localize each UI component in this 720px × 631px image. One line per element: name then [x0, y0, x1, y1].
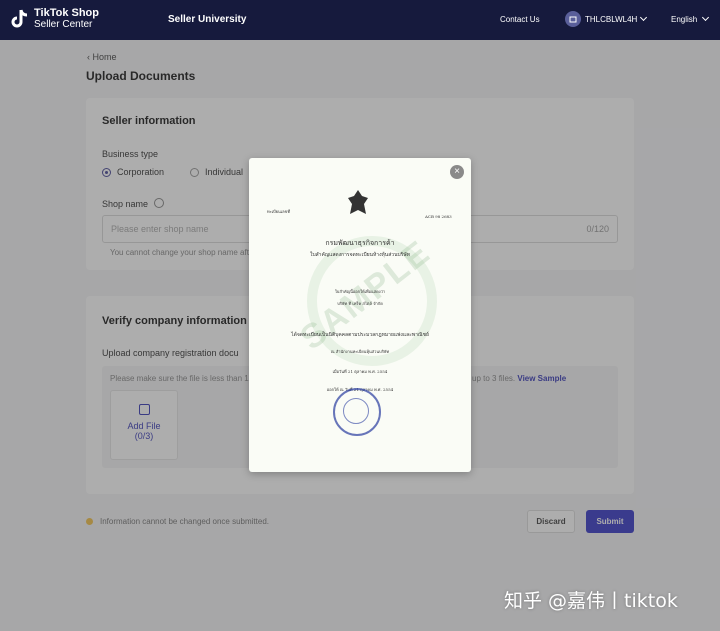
doc-line: บริษัท ที เทร็ค สไตล์ จำกัด	[337, 301, 383, 306]
contact-us-link[interactable]: Contact Us	[500, 15, 540, 24]
chevron-down-icon	[702, 13, 710, 22]
corner-watermark: 知乎 @嘉伟丨tiktok	[504, 590, 678, 612]
sample-document-modal: SAMPLE × ทะเบียนเลขที่ ACB 98 2683 กรมพั…	[249, 158, 471, 472]
chevron-down-icon	[640, 13, 648, 21]
seller-university-link[interactable]: Seller University	[168, 14, 246, 25]
doc-line: ใบสำคัญแสดงการจดทะเบียนห้างหุ้นส่วนบริษั…	[310, 252, 410, 258]
official-seal	[333, 388, 381, 436]
language-selector[interactable]: English	[671, 13, 710, 24]
emblem-icon	[348, 190, 368, 214]
user-id: THLCBLWL4H	[585, 14, 638, 24]
user-menu[interactable]: THLCBLWL4H	[565, 11, 648, 27]
brand-name: TikTok Shop	[34, 7, 99, 19]
doc-line: ได้จดทะเบียนเป็นนิติบุคคลตามประมวลกฎหมาย…	[291, 332, 429, 338]
doc-header-left: ทะเบียนเลขที่	[267, 209, 290, 214]
brand-text: TikTok Shop Seller Center	[34, 7, 99, 31]
store-icon	[569, 16, 577, 23]
doc-line: เมื่อวันที่ 21 ตุลาคม พ.ศ. 2554	[332, 369, 388, 374]
language-label: English	[671, 15, 698, 24]
doc-line: ณ สำนักงานทะเบียนหุ้นส่วนบริษัท	[330, 349, 390, 354]
tiktok-shop-logo[interactable]: TikTok Shop Seller Center	[10, 8, 99, 30]
doc-line: ใบสำคัญนี้ออกให้เพื่อแสดงว่า	[334, 289, 386, 294]
top-navigation-bar: TikTok Shop Seller Center Seller Univers…	[0, 0, 720, 40]
close-icon[interactable]: ×	[450, 165, 464, 179]
doc-header-right: ACB 98 2683	[425, 214, 452, 219]
avatar	[565, 11, 581, 27]
doc-line: กรมพัฒนาธุรกิจการค้า	[325, 239, 395, 247]
brand-subtitle: Seller Center	[34, 19, 93, 30]
tiktok-logo-icon	[11, 9, 28, 28]
